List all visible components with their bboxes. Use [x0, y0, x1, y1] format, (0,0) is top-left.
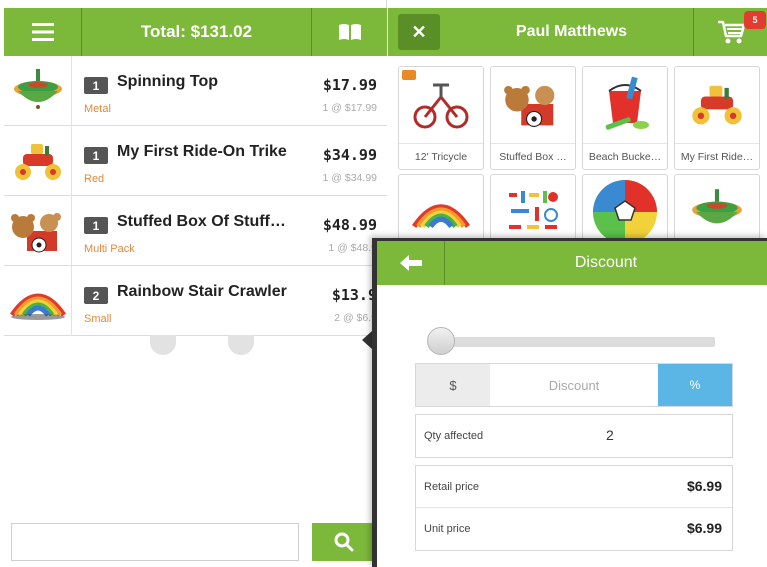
cart-item[interactable]: 1 Spinning Top Metal $17.99 1 @ $17.99: [4, 56, 387, 126]
close-icon: ✕: [411, 21, 427, 42]
item-name: My First Ride-On Trike: [117, 143, 287, 160]
retail-price-row: Retail price $6.99: [416, 466, 732, 508]
item-price: $13.9: [331, 286, 377, 304]
book-icon: [338, 24, 361, 40]
hamburger-icon: [31, 23, 54, 41]
rainbow-spring-image: [9, 293, 66, 320]
product-thumbnail: [4, 266, 72, 336]
search-button[interactable]: [312, 523, 376, 561]
back-button[interactable]: [377, 241, 445, 285]
product-thumbnail: [4, 196, 72, 266]
item-variant: Metal: [84, 103, 111, 115]
discount-header: Discount: [377, 241, 767, 285]
indicator-dot: [228, 335, 254, 355]
discount-amount-field[interactable]: Discount: [490, 364, 658, 406]
back-arrow-icon: [399, 255, 422, 271]
cart-item[interactable]: 2 Rainbow Stair Crawler Small $13.9 2 @ …: [4, 266, 387, 336]
item-price: $48.99: [322, 216, 377, 234]
product-card[interactable]: 12' Tricycle: [398, 66, 484, 170]
product-image: [583, 67, 667, 141]
dollar-mode-button[interactable]: $: [416, 364, 490, 406]
unit-price-value: $6.99: [686, 520, 722, 536]
search-input[interactable]: [11, 523, 299, 561]
cart-header: Total: $131.02: [4, 8, 387, 56]
product-label: 12' Tricycle: [399, 143, 483, 169]
item-variant: Multi Pack: [84, 243, 135, 255]
product-thumbnail: [4, 56, 72, 126]
item-unit-price: 1 @ $17.99: [322, 102, 377, 114]
discount-popover: Discount $ Discount % Qty affected 2 Ret…: [372, 238, 767, 567]
discount-slider-thumb[interactable]: [427, 327, 455, 355]
unit-price-row: Unit price $6.99: [416, 508, 732, 550]
cart-count-badge: 5: [744, 11, 766, 29]
discount-title: Discount: [574, 254, 638, 271]
item-name: Spinning Top: [117, 73, 219, 90]
item-variant: Small: [84, 313, 112, 325]
item-price: $17.99: [322, 76, 377, 94]
product-label: My First Ride…: [675, 143, 759, 169]
product-thumbnail: [4, 126, 72, 196]
product-card[interactable]: Beach Bucke…: [582, 66, 668, 170]
search-icon: [334, 532, 354, 552]
stuffed-animals-image: [504, 85, 555, 127]
product-label: Beach Bucke…: [583, 143, 667, 169]
product-image: [491, 67, 575, 141]
shopping-cart-icon: [718, 20, 745, 44]
item-unit-price: 2 @ $6.9: [334, 312, 377, 324]
stuffed-animals-image: [10, 213, 61, 253]
close-customer-button[interactable]: ✕: [398, 14, 440, 50]
ride-on-trike-image: [692, 85, 742, 125]
customer-header: ✕ Paul Matthews: [388, 8, 767, 56]
spinning-top-image: [692, 189, 742, 224]
item-variant: Red: [84, 173, 105, 185]
product-card[interactable]: My First Ride…: [674, 66, 760, 170]
cart-total: Total: $131.02: [82, 8, 312, 56]
qty-affected-row[interactable]: Qty affected 2: [415, 414, 733, 458]
soccer-ball-image: [593, 180, 657, 244]
cart-item-list: 1 Spinning Top Metal $17.99 1 @ $17.99 1: [4, 56, 387, 336]
quantity-badge: 2: [84, 287, 108, 304]
rainbow-spring-image: [412, 204, 470, 229]
item-name: Stuffed Box Of Stuffed A…: [117, 213, 287, 230]
discount-slider-track[interactable]: [439, 337, 715, 347]
quantity-badge: 1: [84, 77, 108, 94]
cart-pane: Total: $131.02 1 Spinning Top Metal $17.…: [0, 0, 387, 567]
menu-button[interactable]: [4, 8, 82, 56]
discount-mode-toggle: $ Discount %: [415, 363, 733, 407]
product-label: Stuffed Box …: [491, 143, 575, 169]
cart-item[interactable]: 1 My First Ride-On Trike Red $34.99 1 @ …: [4, 126, 387, 196]
unit-price-label: Unit price: [424, 523, 471, 535]
popover-arrow: [362, 331, 372, 349]
quantity-badge: 1: [84, 217, 108, 234]
toy-tools-image: [509, 191, 558, 229]
qty-affected-label: Qty affected: [424, 430, 484, 442]
percent-mode-button[interactable]: %: [658, 364, 732, 406]
price-summary: Retail price $6.99 Unit price $6.99: [415, 465, 733, 551]
swipe-indicator: [150, 335, 270, 357]
item-unit-price: 1 @ $34.99: [322, 172, 377, 184]
quantity-badge: 1: [84, 147, 108, 164]
item-name: Rainbow Stair Crawler: [117, 283, 287, 300]
tricycle-image: [413, 83, 469, 129]
cart-item[interactable]: 1 Stuffed Box Of Stuffed A… Multi Pack $…: [4, 196, 387, 266]
beach-bucket-image: [605, 76, 649, 130]
ride-on-trike-image: [14, 144, 61, 180]
product-image: [675, 67, 759, 141]
indicator-dot: [150, 335, 176, 355]
qty-affected-value[interactable]: 2: [606, 427, 614, 443]
product-card[interactable]: Stuffed Box …: [490, 66, 576, 170]
folder-icon: [402, 70, 416, 80]
item-unit-price: 1 @ $48.9: [328, 242, 377, 254]
retail-price-value: $6.99: [686, 478, 722, 494]
catalog-button[interactable]: [312, 8, 387, 56]
item-price: $34.99: [322, 146, 377, 164]
customer-name[interactable]: Paul Matthews: [450, 8, 694, 56]
spinning-top-image: [13, 69, 62, 109]
retail-price-label: Retail price: [424, 481, 480, 493]
